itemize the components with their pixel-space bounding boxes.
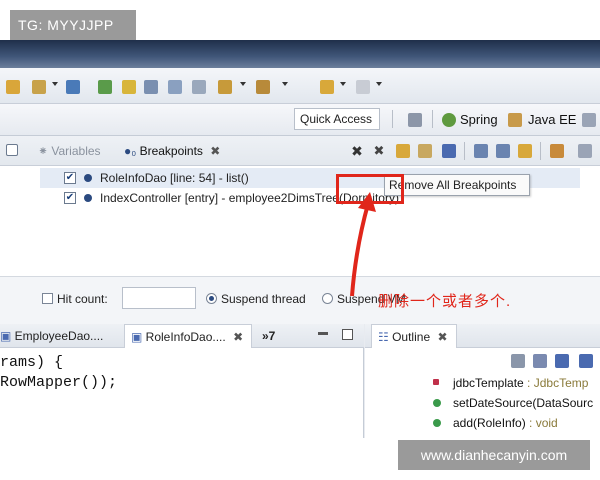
debug-icon[interactable] [98, 80, 112, 94]
main-toolbar [0, 68, 600, 104]
breakpoint-dot-icon [84, 194, 92, 202]
suspend-vm-radio[interactable] [322, 293, 333, 304]
java-exception-icon[interactable] [550, 144, 564, 158]
outline-item[interactable]: jdbcTemplate : JdbcTemp [433, 376, 588, 390]
breakpoint-checkbox[interactable]: ✔ [64, 172, 76, 184]
show-breakpoints-icon[interactable] [396, 144, 410, 158]
link-editor-icon[interactable] [518, 144, 532, 158]
close-icon[interactable]: ✖ [233, 330, 243, 344]
hide-fields-icon[interactable] [555, 354, 569, 368]
hit-count-input[interactable] [122, 287, 196, 309]
remove-breakpoint-icon[interactable]: ✖ [350, 144, 364, 158]
marker-icon[interactable] [218, 80, 232, 94]
breakpoints-icon: ●₀ [124, 144, 140, 158]
go-to-file-icon[interactable] [418, 144, 432, 158]
hit-count-checkbox[interactable] [42, 293, 53, 304]
remove-all-breakpoints-tooltip: Remove All Breakpoints [384, 174, 530, 196]
outline-item[interactable]: setDateSource(DataSourc [433, 396, 593, 410]
close-icon[interactable]: ✖ [210, 144, 220, 158]
close-icon[interactable]: ✖ [437, 330, 447, 344]
hide-static-icon[interactable] [579, 354, 593, 368]
arrow-left-icon[interactable] [320, 80, 334, 94]
method-icon [433, 419, 441, 427]
chevron-down-icon[interactable] [52, 82, 58, 86]
annotation-arrow [350, 192, 376, 297]
separator [464, 142, 465, 160]
separator [432, 110, 433, 128]
pencil-icon[interactable] [32, 80, 46, 94]
outline-view: ☷ Outline ✖ jdbcTemplate : JdbcTemp setD… [365, 324, 600, 438]
expand-all-icon[interactable] [474, 144, 488, 158]
tab-employee-dao[interactable]: ▣ EmployeeDao.... [0, 329, 103, 343]
brush-icon[interactable] [122, 80, 136, 94]
watermark-top: TG: MYYJJPP [10, 10, 136, 40]
open-perspective-icon[interactable] [408, 113, 422, 127]
suspend-thread-radio[interactable] [206, 293, 217, 304]
chevron-down-icon[interactable] [376, 82, 382, 86]
arrow-head [358, 192, 376, 212]
breakpoint-label: RoleInfoDao [line: 54] - list() [100, 171, 249, 185]
collapse-all-icon[interactable] [511, 354, 525, 368]
outline-icon: ☷ [378, 330, 393, 344]
outline-item[interactable]: add(RoleInfo) : void [433, 416, 558, 430]
arrow-right-icon[interactable] [356, 80, 370, 94]
editor-tab-row: ▣ EmployeeDao.... ▣ RoleInfoDao.... ✖ »7 [0, 324, 364, 348]
more-tabs[interactable]: »7 [262, 329, 275, 343]
tab-breakpoints[interactable]: ●₀ Breakpoints ✖ [124, 144, 220, 158]
perspective-bar: Quick Access Spring Java EE [0, 104, 600, 136]
view-menu-icon[interactable] [578, 144, 592, 158]
open-folder-icon[interactable] [6, 80, 20, 94]
field-icon [433, 379, 439, 385]
chevron-down-icon[interactable] [240, 82, 246, 86]
sort-icon[interactable] [533, 354, 547, 368]
watermark-bottom: www.dianhecanyin.com [398, 440, 590, 470]
next-annotation-icon[interactable] [256, 80, 270, 94]
breakpoint-dot-icon [84, 174, 92, 182]
java-file-icon: ▣ [0, 329, 15, 343]
grid-icon[interactable] [168, 80, 182, 94]
breakpoints-tab-row: ⁕ Variables ●₀ Breakpoints ✖ ✖ ✖ [0, 136, 600, 166]
spring-leaf-icon[interactable] [442, 113, 456, 127]
collapse-all-icon[interactable] [496, 144, 510, 158]
link-icon[interactable] [144, 80, 158, 94]
hit-count-option[interactable]: Hit count: [42, 292, 108, 306]
chevron-down-icon[interactable] [340, 82, 346, 86]
separator [392, 110, 393, 128]
paragraph-icon[interactable] [192, 80, 206, 94]
java-ee-icon[interactable] [508, 113, 522, 127]
globe-icon[interactable] [66, 80, 80, 94]
tab-outline[interactable]: ☷ Outline ✖ [371, 324, 457, 348]
outline-tab-row: ☷ Outline ✖ [365, 324, 600, 348]
quick-access-field[interactable]: Quick Access [294, 108, 380, 130]
code-editor: ▣ EmployeeDao.... ▣ RoleInfoDao.... ✖ »7… [0, 324, 364, 438]
window-title-band [0, 40, 600, 68]
java-file-icon: ▣ [131, 330, 146, 344]
arrow-shaft [350, 203, 370, 297]
maximize-icon[interactable] [342, 329, 353, 340]
variables-icon: ⁕ [38, 144, 52, 158]
perspective-spring[interactable]: Spring [460, 112, 498, 127]
separator [540, 142, 541, 160]
annotation-text: 删除一个或者多个. [378, 293, 512, 310]
tab-role-info-dao[interactable]: ▣ RoleInfoDao.... ✖ [124, 324, 253, 348]
code-line: rams) { [0, 354, 64, 371]
minimize-icon[interactable] [6, 144, 18, 156]
skip-breakpoints-icon[interactable] [442, 144, 456, 158]
suspend-thread-option[interactable]: Suspend thread [206, 292, 306, 306]
breakpoint-checkbox[interactable]: ✔ [64, 192, 76, 204]
minimize-icon[interactable] [318, 332, 328, 335]
remove-all-breakpoints-icon[interactable]: ✖ [372, 144, 386, 158]
perspective-java-ee[interactable]: Java EE [528, 112, 576, 127]
code-line: RowMapper()); [0, 374, 118, 391]
perspective-icon[interactable] [582, 113, 596, 127]
method-icon [433, 399, 441, 407]
tab-variables[interactable]: ⁕ Variables [38, 144, 101, 158]
chevron-down-icon[interactable] [282, 82, 288, 86]
eclipse-screenshot: Quick Access Spring Java EE ⁕ Variables … [0, 40, 600, 438]
